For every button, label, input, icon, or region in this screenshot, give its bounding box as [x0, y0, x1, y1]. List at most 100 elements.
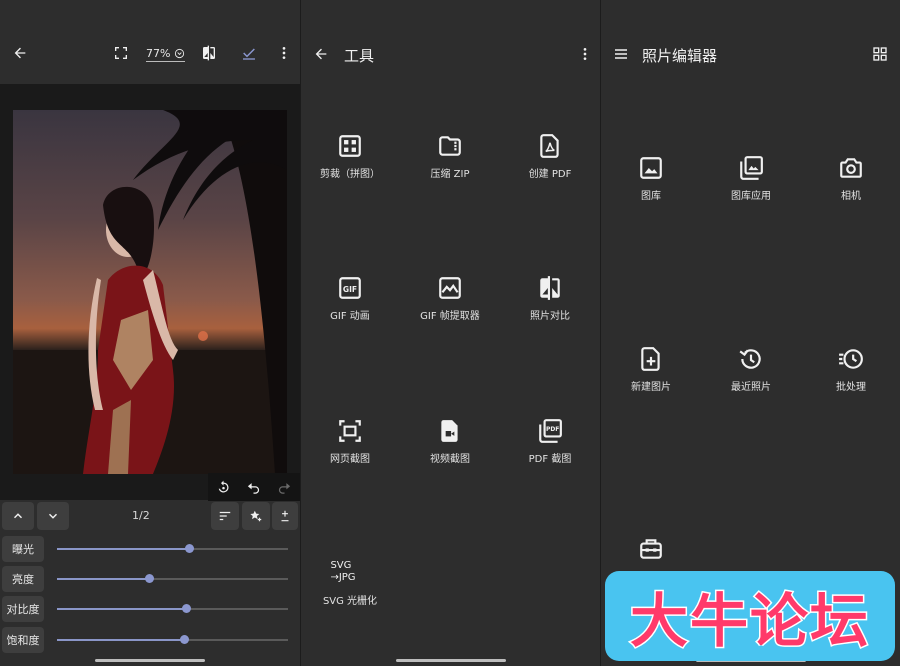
watermark-text: 大牛论坛	[628, 586, 870, 657]
batch-clock-icon	[838, 346, 864, 372]
zip-folder-icon	[437, 133, 463, 159]
favorite-filter-button[interactable]	[242, 502, 270, 530]
pdf-stack-icon: PDF	[537, 418, 563, 444]
svg-to-jpg-icon: SVG →JPG	[330, 560, 355, 584]
fullscreen-icon[interactable]	[113, 45, 129, 61]
edited-photo	[13, 110, 287, 474]
back-arrow-icon[interactable]	[313, 46, 329, 62]
tool-pdf-screenshot[interactable]: PDF PDF 截图	[500, 418, 600, 465]
slider-row: 曝光	[0, 536, 300, 562]
image-frame-icon	[437, 275, 463, 301]
photo-canvas[interactable]	[0, 84, 300, 501]
compare-icon[interactable]	[201, 45, 217, 61]
home-gallery-app[interactable]: 图库应用	[701, 155, 801, 202]
tool-label: 网页截图	[330, 454, 370, 465]
tool-zip[interactable]: 压缩 ZIP	[400, 133, 500, 180]
svg-icon-line1: SVG	[330, 560, 352, 571]
editor-panel: 77% 1/2 曝光 亮度 对比度 饱和度	[0, 0, 300, 666]
add-adjustment-button[interactable]	[272, 502, 298, 530]
slider-fill	[57, 639, 185, 641]
home-label: 相机	[841, 191, 861, 202]
sort-icon	[219, 511, 231, 521]
slider-knob[interactable]	[182, 604, 192, 613]
slider-track[interactable]	[57, 544, 288, 553]
slider-label[interactable]: 饱和度	[2, 627, 44, 653]
compare-icon	[537, 275, 563, 301]
pdf-file-icon	[537, 133, 563, 159]
zoom-dropdown-icon	[174, 48, 185, 59]
tool-compare[interactable]: 照片对比	[500, 275, 600, 322]
home-gallery[interactable]: 图库	[601, 155, 701, 202]
chevron-up-icon	[13, 513, 23, 519]
tool-gif[interactable]: GIF GIF 动画	[301, 275, 400, 322]
slider-row: 亮度	[0, 566, 300, 592]
chevron-down-icon	[48, 513, 58, 519]
tool-gif-frames[interactable]: GIF 帧提取器	[400, 275, 500, 322]
slider-knob[interactable]	[145, 574, 155, 583]
tool-label: PDF 截图	[528, 454, 572, 465]
star-add-icon	[250, 510, 262, 522]
slider-knob[interactable]	[184, 544, 194, 553]
editor-toolbar: 77%	[0, 0, 300, 84]
move-down-button[interactable]	[37, 502, 69, 530]
home-label: 图库	[641, 191, 661, 202]
home-new-image[interactable]: 新建图片	[601, 346, 701, 393]
svg-text:GIF: GIF	[343, 285, 357, 294]
more-vert-icon[interactable]	[577, 46, 593, 62]
slider-row: 饱和度	[0, 627, 300, 653]
tool-create-pdf[interactable]: 创建 PDF	[500, 133, 600, 180]
apply-check-icon[interactable]	[241, 45, 257, 61]
editor-controls-row: 1/2	[0, 502, 300, 532]
image-icon	[638, 155, 664, 181]
tool-label: 创建 PDF	[528, 169, 572, 180]
page-counter: 1/2	[132, 509, 150, 522]
slider-label[interactable]: 曝光	[2, 536, 44, 562]
page-title: 工具	[344, 47, 375, 65]
toolbox-icon	[638, 536, 664, 562]
grid-view-icon[interactable]	[872, 46, 888, 62]
home-recent[interactable]: 最近照片	[701, 346, 801, 393]
undo-icon[interactable]	[246, 480, 261, 495]
tool-label: 照片对比	[530, 311, 570, 322]
home-label: 批处理	[836, 382, 866, 393]
back-arrow-icon[interactable]	[12, 45, 28, 61]
tool-collage[interactable]: 剪裁（拼图）	[301, 133, 400, 180]
slider-label[interactable]: 亮度	[2, 566, 44, 592]
reset-icon[interactable]	[216, 480, 231, 495]
sort-button[interactable]	[211, 502, 239, 530]
more-vert-icon[interactable]	[276, 45, 292, 61]
slider-track[interactable]	[57, 604, 288, 613]
tool-label: 压缩 ZIP	[430, 169, 470, 180]
slider-fill	[57, 608, 187, 610]
tool-label: SVG 光栅化	[322, 596, 378, 607]
home-camera[interactable]: 相机	[801, 155, 900, 202]
redo-icon[interactable]	[277, 480, 292, 495]
home-panel: 照片编辑器 图库 图库应用 相机 新建图片 最近照片 批处理	[601, 0, 900, 666]
camera-icon	[838, 155, 864, 181]
slider-knob[interactable]	[180, 635, 190, 644]
tool-web-screenshot[interactable]: 网页截图	[301, 418, 400, 465]
slider-track[interactable]	[57, 635, 288, 644]
tool-svg-raster[interactable]: SVG →JPG SVG 光栅化	[301, 560, 400, 607]
svg-text:PDF: PDF	[546, 426, 559, 433]
zoom-level[interactable]: 77%	[146, 47, 186, 62]
menu-icon[interactable]	[613, 46, 629, 62]
new-file-icon	[638, 346, 664, 372]
slider-label[interactable]: 对比度	[2, 596, 44, 622]
gif-icon: GIF	[337, 275, 363, 301]
grid-collage-icon	[337, 133, 363, 159]
slider-track[interactable]	[57, 574, 288, 583]
gallery-stack-icon	[738, 155, 764, 181]
tool-video-screenshot[interactable]: 视频截图	[400, 418, 500, 465]
move-up-button[interactable]	[2, 502, 34, 530]
gesture-bar	[395, 659, 506, 662]
home-toolbox[interactable]	[601, 536, 701, 562]
watermark-badge: 大牛论坛	[605, 571, 895, 661]
tools-panel: 工具 剪裁（拼图） 压缩 ZIP 创建 PDF GIF GIF 动画 GIF 帧…	[300, 0, 601, 666]
slider-fill	[57, 578, 150, 580]
history-icon	[738, 346, 764, 372]
home-batch[interactable]: 批处理	[801, 346, 900, 393]
slider-fill	[57, 548, 189, 550]
gesture-bar	[95, 659, 205, 662]
tool-label: GIF 帧提取器	[420, 311, 480, 322]
